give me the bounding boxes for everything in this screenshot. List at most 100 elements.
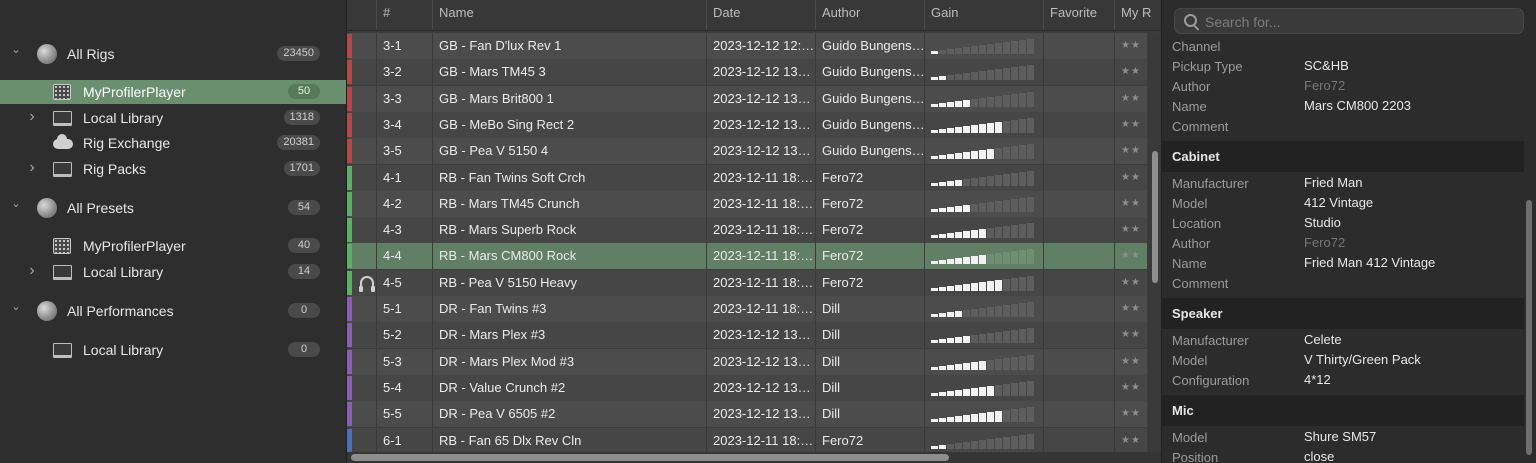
cell-favorite[interactable] [1043,270,1114,296]
property-value[interactable]: Fero72 [1304,235,1345,250]
property-value[interactable]: Celete [1304,332,1342,347]
property-value[interactable]: 412 Vintage [1304,195,1373,210]
property-value[interactable]: Shure SM57 [1304,429,1376,444]
property-value[interactable]: SC&HB [1304,58,1349,73]
horizontal-scroll-thumb[interactable] [351,454,949,461]
rating-stars[interactable]: ★★ [1114,217,1147,243]
rating-stars[interactable]: ★★ [1114,322,1147,348]
cell-favorite[interactable] [1043,165,1114,191]
table-row[interactable]: 4-2 RB - Mars TM45 Crunch 2023-12-11 18:… F… [347,191,1147,217]
gain-bar [939,418,946,422]
sidebar-item[interactable]: › Local Library 14 [0,260,346,284]
property-value[interactable]: Studio [1304,215,1341,230]
rating-stars[interactable]: ★★ [1114,59,1147,85]
table-row[interactable]: 3-4 GB - MeBo Sing Rect 2 2023-12-12 13… Gu… [347,112,1147,138]
sidebar-item[interactable]: Rig Exchange 20381 [0,131,346,155]
sidebar-item[interactable]: ⌄ All Performances 0 [0,299,346,323]
chevron-down-icon[interactable]: ⌄ [10,198,22,210]
rating-stars[interactable]: ★★ [1114,112,1147,138]
table-row[interactable]: 3-1 GB - Fan D'lux Rev 1 2023-12-12 12:… Gu… [347,33,1147,59]
sidebar-item[interactable]: MyProfilerPlayer 40 [0,234,346,258]
property-value[interactable]: Fried Man 412 Vintage [1304,255,1435,270]
table-row[interactable]: 5-4 DR - Value Crunch #2 2023-12-12 13… Dil… [347,375,1147,401]
rating-stars[interactable]: ★★ [1114,428,1147,453]
chevron-down-icon[interactable]: ⌄ [10,301,22,313]
cell-favorite[interactable] [1043,59,1114,85]
column-header[interactable]: Author [815,0,924,30]
table-row[interactable]: 3-5 GB - Pea V 5150 4 2023-12-12 13… Guido … [347,138,1147,164]
table-row[interactable]: 4-4 RB - Mars CM800 Rock 2023-12-11 18:… Fe… [347,243,1147,269]
cell-favorite[interactable] [1043,428,1114,453]
sidebar-item[interactable]: › Rig Packs 1701 [0,157,346,181]
rating-stars[interactable]: ★★ [1114,86,1147,112]
chevron-down-icon[interactable]: ⌄ [10,44,22,56]
rating-stars[interactable]: ★★ [1114,349,1147,375]
table-row[interactable]: 5-3 DR - Mars Plex Mod #3 2023-12-12 13… Di… [347,349,1147,375]
rating-stars[interactable]: ★★ [1114,138,1147,164]
gain-bar [987,97,994,107]
rating-stars[interactable]: ★★ [1114,191,1147,217]
cell-favorite[interactable] [1043,86,1114,112]
cell-favorite[interactable] [1043,243,1114,269]
horizontal-scrollbar[interactable] [347,452,1162,463]
search-input[interactable] [1203,12,1517,32]
property-value[interactable]: Fero72 [1304,78,1345,93]
column-header[interactable]: Favorite [1043,0,1114,30]
cell-favorite[interactable] [1043,191,1114,217]
property-value[interactable]: V Thirty/Green Pack [1304,352,1421,367]
sidebar-item[interactable]: ⌄ All Presets 54 [0,196,346,220]
cell-favorite[interactable] [1043,322,1114,348]
gain-bar [931,340,938,343]
rating-stars[interactable]: ★★ [1114,401,1147,427]
table-row[interactable]: 5-2 DR - Mars Plex #3 2023-12-12 13… Dill ★★ [347,322,1147,348]
gain-bar [995,201,1002,212]
column-header[interactable]: Date [706,0,815,30]
cell-favorite[interactable] [1043,112,1114,138]
search-box[interactable] [1174,8,1524,34]
sidebar-item[interactable]: ⌄ All Rigs 23450 [0,42,346,66]
table-row[interactable]: 5-1 DR - Fan Twins #3 2023-12-11 18:… Dill ★… [347,296,1147,322]
rating-stars[interactable]: ★★ [1114,165,1147,191]
chevron-right-icon[interactable]: › [26,109,38,125]
column-header[interactable]: My R [1114,0,1162,30]
property-value[interactable]: 4*12 [1304,372,1331,387]
sidebar-item[interactable]: MyProfilerPlayer 50 [0,80,346,104]
cell-favorite[interactable] [1043,217,1114,243]
gain-bar [939,445,946,449]
sidebar-item[interactable]: › Local Library 1318 [0,106,346,130]
sidebar-item[interactable]: Local Library 0 [0,338,346,362]
rating-stars[interactable]: ★★ [1114,296,1147,322]
table-row[interactable]: 5-5 DR - Pea V 6505 #2 2023-12-12 13… Dill ★… [347,401,1147,427]
rating-stars[interactable]: ★★ [1114,243,1147,269]
cell-favorite[interactable] [1043,33,1114,59]
table-row[interactable]: 4-1 RB - Fan Twins Soft Crch 2023-12-11 18… [347,165,1147,191]
column-header[interactable]: # [376,0,432,30]
gain-bar [995,122,1002,133]
vertical-scroll-thumb[interactable] [1152,151,1158,283]
table-row[interactable]: 3-2 GB - Mars TM45 3 2023-12-12 13… Guido B… [347,59,1147,85]
cell-favorite[interactable] [1043,138,1114,164]
cell-favorite[interactable] [1043,349,1114,375]
chevron-right-icon[interactable]: › [26,263,38,279]
chevron-right-icon[interactable]: › [26,160,38,176]
cell-favorite[interactable] [1043,401,1114,427]
property-value[interactable]: Mars CM800 2203 [1304,98,1411,113]
table-row[interactable]: 4-5 RB - Pea V 5150 Heavy 2023-12-11 18:… F… [347,270,1147,296]
table-row[interactable]: 6-1 RB - Fan 65 Dlx Rev Cln 2023-12-11 18:… [347,428,1147,453]
rating-stars[interactable]: ★★ [1114,270,1147,296]
vertical-scrollbar[interactable] [1148,33,1162,453]
cell-favorite[interactable] [1043,375,1114,401]
panel-scroll-thumb[interactable] [1526,200,1532,455]
rating-stars[interactable]: ★★ [1114,33,1147,59]
cell-date: 2023-12-11 18:… [706,165,815,191]
property-value[interactable]: close [1304,449,1334,463]
cell-favorite[interactable] [1043,296,1114,322]
cell-name: RB - Fan Twins Soft Crch [432,165,706,191]
property-value[interactable]: Fried Man [1304,175,1363,190]
table-row[interactable]: 3-3 GB - Mars Brit800 1 2023-12-12 13… Guid… [347,86,1147,112]
column-header[interactable]: Gain [924,0,1043,30]
column-header[interactable]: Name [432,0,706,30]
rating-stars[interactable]: ★★ [1114,375,1147,401]
column-header[interactable] [347,0,376,30]
table-row[interactable]: 4-3 RB - Mars Superb Rock 2023-12-11 18:… F… [347,217,1147,243]
